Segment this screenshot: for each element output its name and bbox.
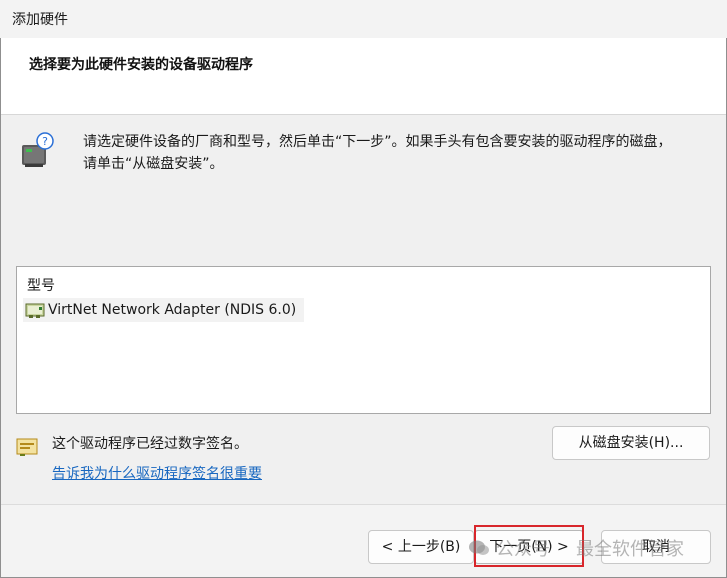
window-title: 添加硬件 <box>12 12 68 28</box>
list-item[interactable]: VirtNet Network Adapter (NDIS 6.0) <box>23 298 305 322</box>
network-adapter-icon <box>25 303 45 318</box>
signature-status: 这个驱动程序已经过数字签名。 <box>52 436 248 452</box>
footer-divider <box>1 504 726 505</box>
instruction-line-1: 请选定硬件设备的厂商和型号，然后单击“下一步”。如果手头有包含要安装的驱动程序的… <box>83 134 672 150</box>
watermark-text-1: 公众号 <box>496 539 550 560</box>
title-bar[interactable]: 添加硬件 <box>0 0 727 38</box>
have-disk-button[interactable]: 从磁盘安装(H)... <box>552 426 710 460</box>
list-column-header: 型号 <box>27 278 55 294</box>
wechat-icon <box>469 540 489 555</box>
instruction-text: 请选定硬件设备的厂商和型号，然后单击“下一步”。如果手头有包含要安装的驱动程序的… <box>83 131 703 175</box>
signed-driver-icon <box>16 438 38 456</box>
list-item-label: VirtNet Network Adapter (NDIS 6.0) <box>48 302 297 318</box>
hardware-question-icon: ? <box>22 132 54 167</box>
header-title: 选择要为此硬件安装的设备驱动程序 <box>29 57 253 73</box>
watermark-text-2: 最全软件管家 <box>576 539 684 560</box>
svg-text:?: ? <box>42 135 48 148</box>
back-button[interactable]: < 上一步(B) <box>368 530 474 564</box>
signing-info-link[interactable]: 告诉我为什么驱动程序签名很重要 <box>52 463 262 483</box>
wizard-header: 选择要为此硬件安装的设备驱动程序 <box>1 38 726 115</box>
watermark: 公众号 最全软件管家 <box>468 535 684 561</box>
instruction-line-2: 请单击“从磁盘安装”。 <box>83 156 224 172</box>
model-listbox[interactable]: 型号 VirtNet Network Adapter (NDIS 6.0) <box>16 266 711 414</box>
